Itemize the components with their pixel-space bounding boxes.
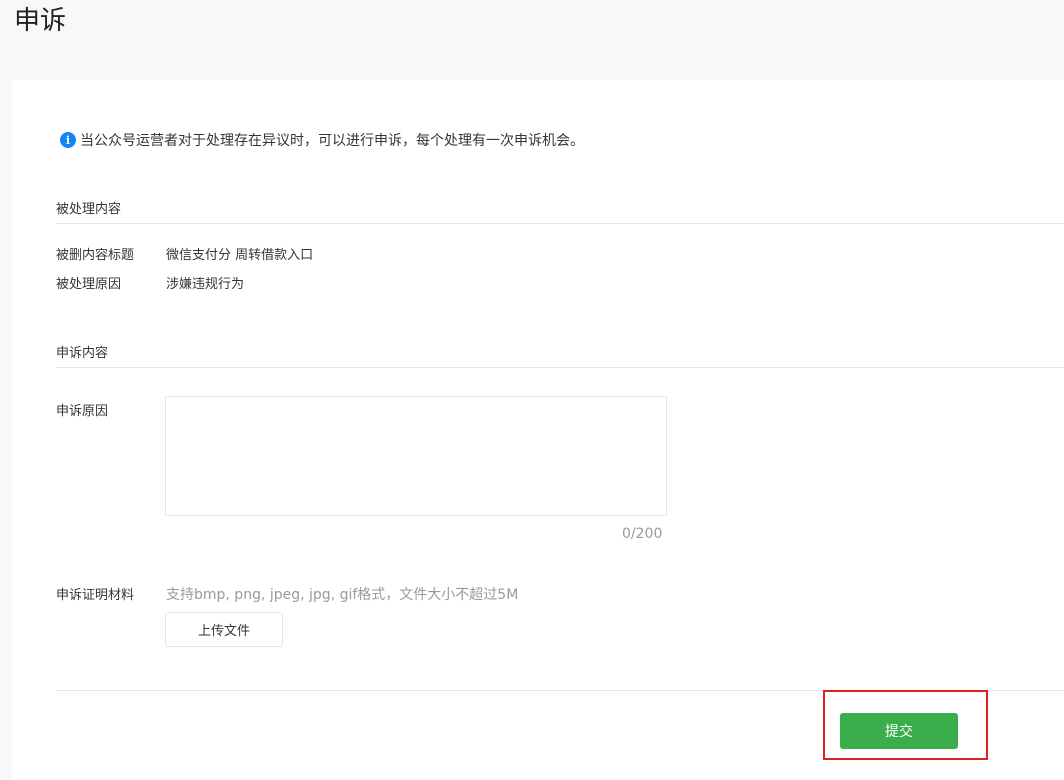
appeal-reason-textarea[interactable] xyxy=(165,396,667,516)
process-reason-label: 被处理原因 xyxy=(56,277,122,292)
divider xyxy=(56,223,1064,224)
evidence-label: 申诉证明材料 xyxy=(56,588,135,603)
divider xyxy=(56,367,1064,368)
appeal-reason-label: 申诉原因 xyxy=(56,404,109,419)
deleted-title-label: 被删内容标题 xyxy=(56,248,135,263)
character-counter: 0/200 xyxy=(622,526,663,542)
processed-section-title: 被处理内容 xyxy=(56,202,122,217)
info-icon: i xyxy=(60,132,76,148)
deleted-title-value: 微信支付分 周转借款入口 xyxy=(166,248,314,263)
upload-file-button[interactable]: 上传文件 xyxy=(165,612,283,647)
appeal-section-title: 申诉内容 xyxy=(56,346,109,361)
evidence-hint: 支持bmp, png, jpeg, jpg, gif格式，文件大小不超过5M xyxy=(166,587,519,603)
notice-text: 当公众号运营者对于处理存在异议时，可以进行申诉，每个处理有一次申诉机会。 xyxy=(80,133,584,149)
process-reason-value: 涉嫌违规行为 xyxy=(166,277,245,292)
submit-button[interactable]: 提交 xyxy=(840,713,958,749)
page-title: 申诉 xyxy=(14,6,67,36)
appeal-card: i 当公众号运营者对于处理存在异议时，可以进行申诉，每个处理有一次申诉机会。 被… xyxy=(12,80,1064,780)
notice-banner: i 当公众号运营者对于处理存在异议时，可以进行申诉，每个处理有一次申诉机会。 xyxy=(60,130,584,150)
